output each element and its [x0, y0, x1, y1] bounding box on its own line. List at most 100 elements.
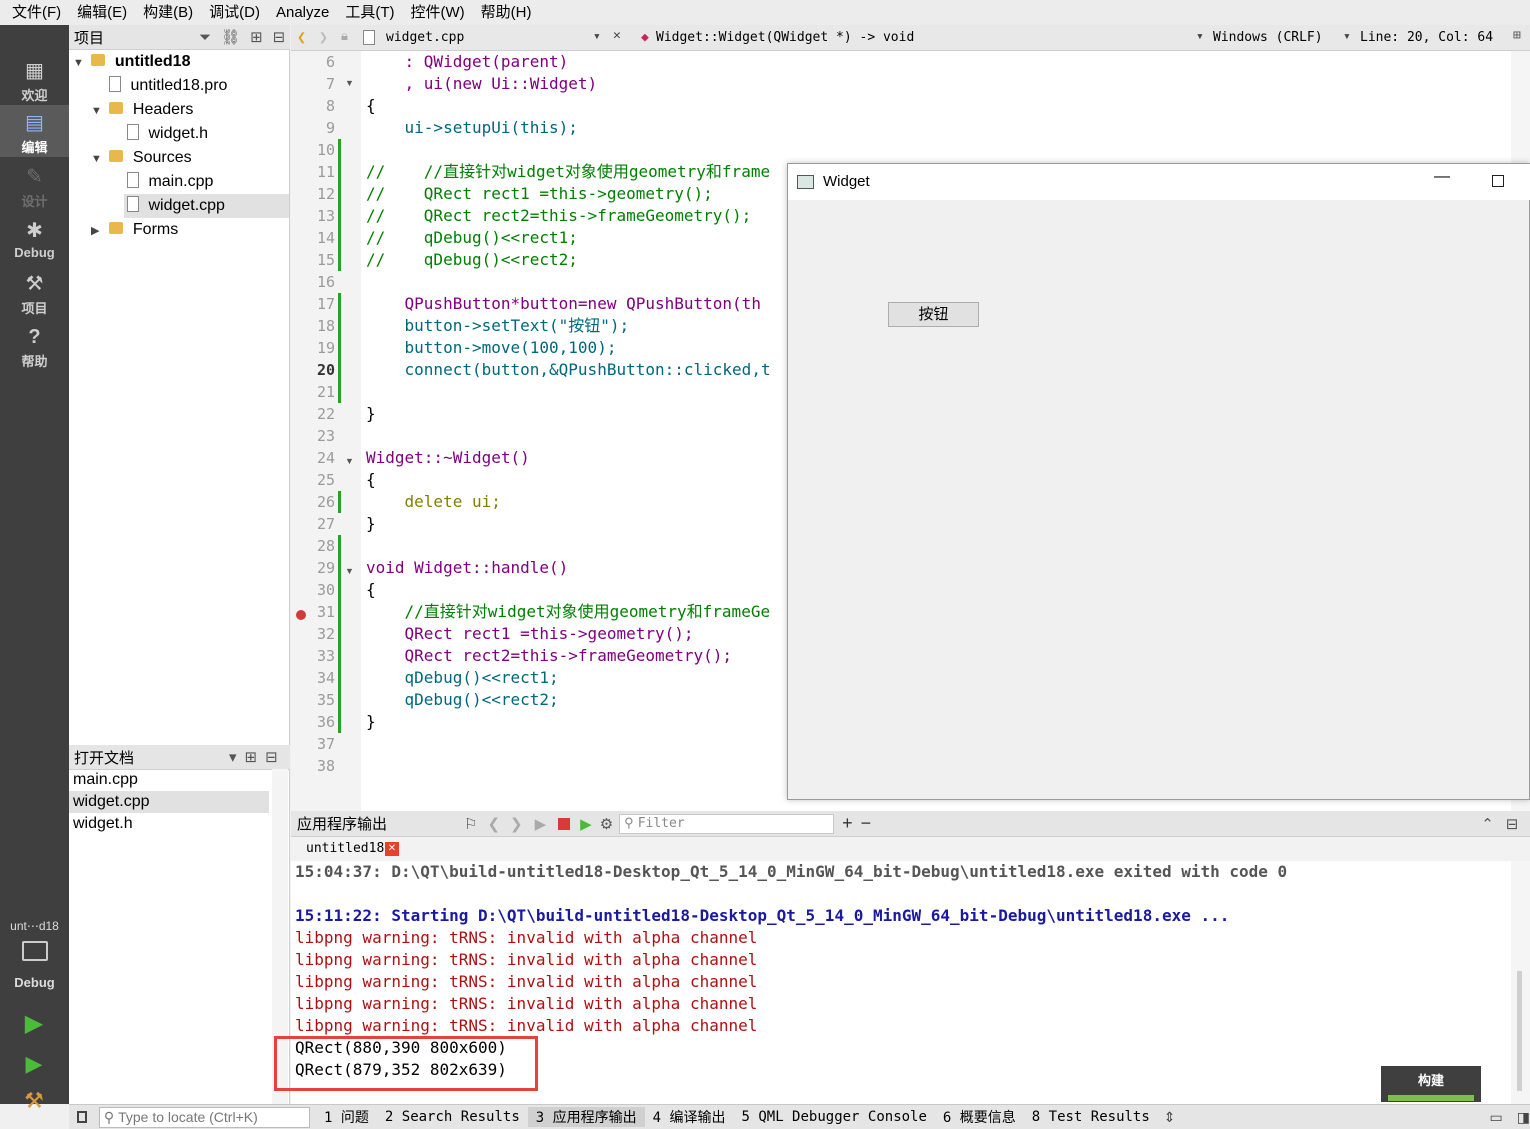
stop-icon[interactable]	[558, 817, 571, 830]
push-button[interactable]: 按钮	[888, 302, 979, 327]
menu-edit[interactable]: 编辑(E)	[69, 0, 135, 25]
open-documents-panel: 打开文档 ▾ ⊞ ⊟ main.cpp widget.cpp widget.h	[69, 745, 290, 1104]
progress-details-icon[interactable]: ▭	[1490, 1109, 1503, 1126]
tree-item-forms[interactable]: ▶ Forms	[91, 218, 178, 242]
line-number: 12	[316, 185, 335, 203]
right-sidebar-icon[interactable]: ◨	[1517, 1109, 1530, 1126]
code-line: : QWidget(parent)	[366, 52, 569, 71]
debug-run-icon[interactable]: ▶	[20, 1050, 48, 1078]
output-line: 15:11:22: Starting D:\QT\build-untitled1…	[295, 906, 1230, 925]
tree-item-widget-h[interactable]: widget.h	[127, 122, 208, 146]
mode-sidebar: ▦ 欢迎 ▤ 编辑 ✎ 设计 ✱ Debug ⚒ 项目 ? 帮助 unt⋯d18…	[0, 25, 69, 1113]
tab-test-results[interactable]: 8 Test Results	[1024, 1109, 1158, 1125]
symbol-dropdown-icon[interactable]: ▾	[1196, 29, 1204, 44]
back-arrow-icon[interactable]: ❮	[297, 28, 306, 46]
clean-icon[interactable]: ⚐	[464, 815, 477, 833]
mode-projects[interactable]: ⚒ 项目	[0, 266, 69, 318]
output-tab-untitled18[interactable]: untitled18	[306, 841, 384, 856]
line-number: 17	[316, 295, 335, 313]
output-line: libpng warning: tRNS: invalid with alpha…	[295, 994, 758, 1013]
cursor-position[interactable]: Line: 20, Col: 64	[1360, 30, 1493, 45]
mode-design[interactable]: ✎ 设计	[0, 159, 69, 211]
line-ending[interactable]: Windows (CRLF)	[1213, 30, 1323, 45]
close-panel-icon[interactable]: ⊟	[265, 748, 278, 766]
search-icon: ⚲	[103, 1108, 115, 1125]
close-panel-icon[interactable]: ⊟	[1506, 815, 1519, 833]
output-scrollbar[interactable]	[1511, 861, 1530, 1104]
minimize-icon[interactable]: —	[1434, 168, 1450, 186]
fold-icon[interactable]: ▼	[345, 566, 354, 576]
widget-title: Widget	[823, 173, 870, 190]
run-icon[interactable]: ▶	[20, 1010, 48, 1038]
mode-debug[interactable]: ✱ Debug	[0, 213, 69, 265]
line-number: 25	[316, 471, 335, 489]
tree-item-headers[interactable]: ▼ Headers	[91, 98, 193, 122]
tree-item-project[interactable]: ▼ untitled18	[73, 50, 190, 74]
line-ending-dropdown-icon[interactable]: ▾	[1343, 29, 1351, 44]
zoom-out-icon[interactable]: −	[861, 813, 872, 834]
close-file-icon[interactable]: ✕	[613, 28, 621, 43]
mode-edit[interactable]: ▤ 编辑	[0, 105, 69, 157]
menu-help[interactable]: 帮助(H)	[473, 0, 540, 25]
split-editor-icon[interactable]: ⊞	[1513, 28, 1521, 43]
file-dropdown-icon[interactable]: ▾	[593, 29, 601, 44]
mode-welcome[interactable]: ▦ 欢迎	[0, 53, 69, 105]
open-doc-widget-h[interactable]: widget.h	[69, 813, 269, 835]
output-line: libpng warning: tRNS: invalid with alpha…	[295, 950, 758, 969]
zoom-in-icon[interactable]: +	[842, 813, 853, 834]
tree-item-main-cpp[interactable]: main.cpp	[127, 170, 213, 194]
fold-icon[interactable]: ▼	[345, 78, 354, 88]
menu-file[interactable]: 文件(F)	[4, 0, 69, 25]
line-number: 19	[316, 339, 335, 357]
line-number: 37	[316, 735, 335, 753]
code-line: Widget::~Widget()	[366, 448, 530, 467]
next-icon[interactable]: ❯	[510, 815, 523, 833]
attach-debugger-icon[interactable]: ▶	[580, 815, 592, 833]
open-doc-main-cpp[interactable]: main.cpp	[69, 769, 269, 791]
menu-debug[interactable]: 调试(D)	[201, 0, 268, 25]
updown-icon[interactable]: ⇕	[1164, 1109, 1176, 1126]
mode-help[interactable]: ? 帮助	[0, 319, 69, 371]
close-panel-icon[interactable]: ⊟	[273, 28, 286, 46]
kit-build-mode: Debug	[14, 975, 55, 990]
close-tab-icon[interactable]: ✕	[385, 842, 399, 856]
tree-item-sources[interactable]: ▼ Sources	[91, 146, 192, 170]
filter-icon[interactable]: ⏷	[199, 29, 211, 46]
code-line: QPushButton*button=new QPushButton(th	[366, 294, 761, 313]
maximize-icon[interactable]	[1492, 175, 1504, 187]
dropdown-icon[interactable]: ▾	[229, 748, 237, 766]
build-hammer-icon[interactable]: ⚒	[20, 1087, 48, 1115]
maximize-panel-icon[interactable]: ⌃	[1481, 815, 1494, 833]
rerun-icon[interactable]: ▶	[535, 815, 547, 833]
fold-icon[interactable]: ▼	[345, 456, 354, 466]
tab-search-results[interactable]: 2 Search Results	[377, 1109, 528, 1125]
split-icon[interactable]: ⊞	[245, 748, 258, 766]
edit-icon: ▤	[25, 112, 44, 134]
forward-arrow-icon[interactable]: ❯	[319, 28, 328, 46]
current-symbol[interactable]: Widget::Widget(QWidget *) -> void	[656, 30, 914, 45]
prev-icon[interactable]: ❮	[487, 815, 500, 833]
menu-build[interactable]: 构建(B)	[135, 0, 201, 25]
tab-issues[interactable]: 1 问题	[316, 1107, 377, 1127]
tree-item-pro-file[interactable]: untitled18.pro	[109, 74, 227, 98]
output-filter-input[interactable]: ⚲ Filter	[619, 813, 835, 834]
link-icon[interactable]: ⛓	[221, 28, 240, 46]
current-file[interactable]: widget.cpp	[386, 30, 464, 45]
tab-general-messages[interactable]: 6 概要信息	[935, 1107, 1024, 1127]
tree-item-widget-cpp[interactable]: widget.cpp	[124, 194, 289, 218]
tab-qml-debugger[interactable]: 5 QML Debugger Console	[733, 1109, 934, 1125]
open-doc-widget-cpp[interactable]: widget.cpp	[69, 791, 269, 813]
split-icon[interactable]: ⊞	[250, 28, 263, 46]
toggle-sidebar-icon[interactable]	[77, 1111, 87, 1123]
tab-compile-output[interactable]: 4 编译输出	[645, 1107, 734, 1127]
scroll-thumb[interactable]	[1517, 971, 1522, 1091]
kit-selector[interactable]: Debug	[0, 939, 69, 1001]
locator-input[interactable]: ⚲ Type to locate (Ctrl+K)	[98, 1106, 311, 1128]
menu-tools[interactable]: 工具(T)	[337, 0, 402, 25]
lock-icon: 🔒︎	[341, 29, 348, 44]
menu-controls[interactable]: 控件(W)	[403, 0, 473, 25]
settings-icon[interactable]: ⚙	[600, 815, 613, 833]
menu-analyze[interactable]: Analyze	[268, 0, 337, 25]
cpp-file-icon	[127, 171, 139, 188]
tab-app-output[interactable]: 3 应用程序输出	[527, 1107, 645, 1127]
